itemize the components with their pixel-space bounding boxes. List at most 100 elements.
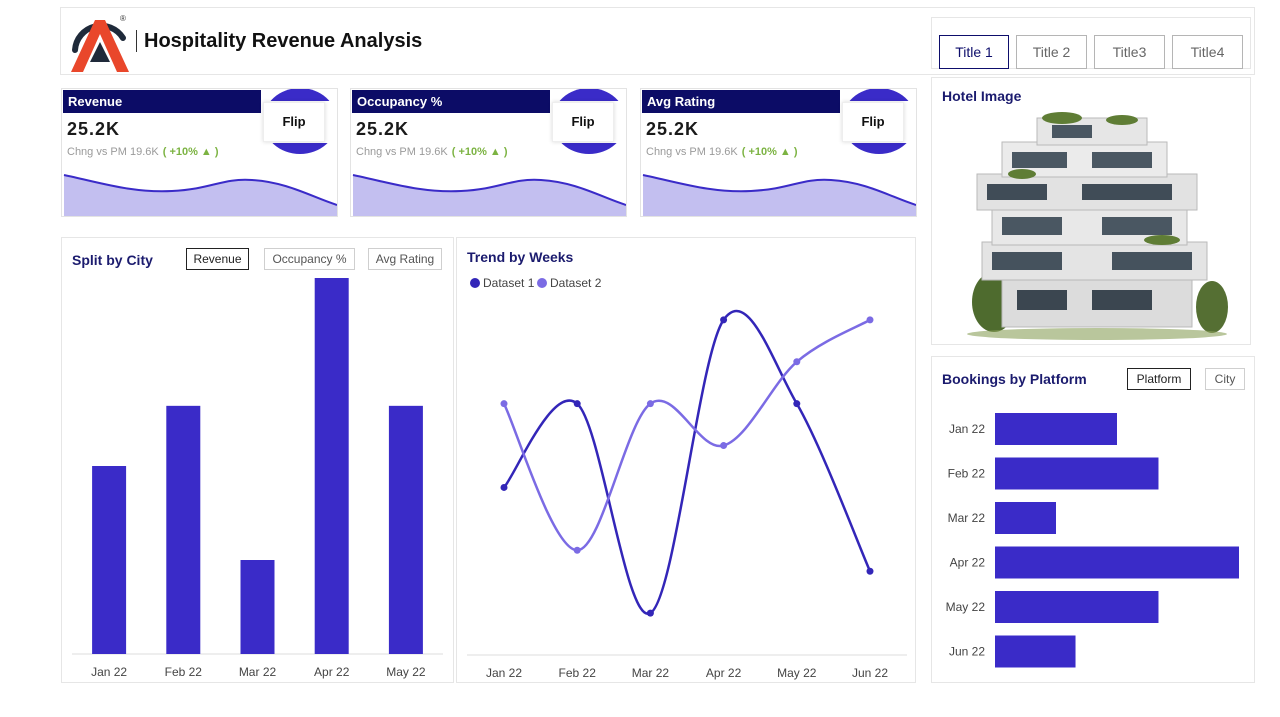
- city-bar-2[interactable]: [240, 560, 275, 654]
- kpi-change: ( +10% ▲ ): [451, 146, 508, 158]
- trend-by-weeks-panel: Trend by Weeks Dataset 1 Dataset 2 Jan 22 F…: [456, 237, 916, 683]
- tab-title-3[interactable]: Title3: [1094, 35, 1165, 69]
- flip-toggle: Flip: [841, 89, 916, 155]
- flip-button[interactable]: Flip: [842, 102, 904, 142]
- registered-mark: ®: [120, 14, 126, 23]
- kpi-sparkline: [352, 174, 626, 216]
- series-1-point-1[interactable]: [573, 546, 581, 554]
- kpi-compare: Chng vs PM 19.6K( +10% ▲ ): [646, 146, 798, 158]
- tab-title-4[interactable]: Title4: [1172, 35, 1243, 69]
- trend-line-chart: Dataset 1 Dataset 2 Jan 22 Feb 22 Mar 22 Apr …: [467, 276, 907, 680]
- city-avg-rating-button[interactable]: Avg Rating: [368, 248, 442, 270]
- city-bar-0[interactable]: [92, 466, 127, 654]
- x-tick-label: May 22: [777, 666, 817, 680]
- split-by-city-title: Split by City: [72, 252, 153, 268]
- city-revenue-button[interactable]: Revenue: [186, 248, 249, 270]
- series-0-point-1[interactable]: [573, 400, 581, 408]
- x-tick-label: Mar 22: [632, 666, 670, 680]
- y-tick-label: Apr 22: [950, 556, 986, 570]
- x-tick-label: Mar 22: [239, 665, 277, 679]
- city-button[interactable]: City: [1205, 368, 1245, 390]
- x-tick-label: Apr 22: [314, 665, 350, 679]
- company-logo: ®: [71, 14, 129, 72]
- platform-button[interactable]: Platform: [1127, 368, 1191, 390]
- kpi-change: ( +10% ▲ ): [162, 146, 219, 158]
- series-0-point-0[interactable]: [500, 483, 508, 491]
- tab-title-1[interactable]: Title 1: [939, 35, 1009, 69]
- platform-title: Bookings by Platform: [942, 371, 1087, 387]
- trend-title: Trend by Weeks: [467, 249, 574, 265]
- series-line-1: [502, 318, 871, 552]
- city-bar-1[interactable]: [166, 405, 201, 654]
- kpi-label: Avg Rating: [642, 90, 840, 113]
- kpi-sparkline: [642, 174, 916, 216]
- kpi-value: 25.2K: [356, 119, 410, 139]
- kpi-compare-text: Chng vs PM 19.6K: [356, 146, 448, 158]
- platform-bar-3[interactable]: [995, 546, 1239, 579]
- x-tick-label: May 22: [386, 665, 426, 679]
- platform-bar-chart: Jan 22 Feb 22 Mar 22 Apr 22 May 22 Jun 22: [946, 413, 1239, 668]
- x-tick-label: Jun 22: [852, 666, 888, 680]
- title-divider: [136, 30, 137, 52]
- platform-bar-0[interactable]: [995, 413, 1117, 445]
- series-0-point-2[interactable]: [646, 609, 654, 617]
- city-bar-3[interactable]: [314, 278, 349, 654]
- split-by-city-chart: Jan 22 Feb 22 Mar 22 Apr 22 May 22: [72, 278, 443, 679]
- platform-bar-2[interactable]: [995, 502, 1056, 534]
- hotel-building-image: [967, 112, 1228, 340]
- city-occupancy-button[interactable]: Occupancy %: [264, 248, 355, 270]
- series-0-point-4[interactable]: [793, 400, 801, 408]
- hotel-image-title: Hotel Image: [942, 88, 1022, 104]
- x-tick-label: Jan 22: [91, 665, 127, 679]
- series-0-point-5[interactable]: [866, 567, 874, 575]
- kpi-card-revenue: Revenue 25.2K Chng vs PM 19.6K( +10% ▲ )…: [61, 88, 338, 217]
- x-tick-label: Feb 22: [165, 665, 203, 679]
- kpi-card-avg-rating: Avg Rating 25.2K Chng vs PM 19.6K( +10% …: [640, 88, 917, 217]
- series-1-point-4[interactable]: [793, 358, 801, 366]
- kpi-value: 25.2K: [67, 119, 121, 139]
- hotel-image-panel: Hotel Image: [931, 77, 1251, 345]
- split-by-city-panel: Split by City Revenue Occupancy % Avg Ra…: [61, 237, 454, 683]
- kpi-compare: Chng vs PM 19.6K( +10% ▲ ): [67, 146, 219, 158]
- series-1-point-0[interactable]: [500, 400, 508, 408]
- city-bar-4[interactable]: [388, 405, 423, 654]
- page-title: Hospitality Revenue Analysis: [144, 30, 423, 52]
- platform-bar-1[interactable]: [995, 457, 1159, 490]
- legend-marker-0: [470, 278, 480, 288]
- flip-button[interactable]: Flip: [263, 102, 325, 142]
- y-tick-label: Feb 22: [948, 467, 986, 481]
- platform-bar-4[interactable]: [995, 591, 1159, 623]
- x-tick-label: Jan 22: [486, 666, 522, 680]
- kpi-value: 25.2K: [646, 119, 700, 139]
- flip-toggle: Flip: [551, 89, 626, 155]
- series-1-point-5[interactable]: [866, 316, 874, 324]
- series-0-point-3[interactable]: [720, 316, 728, 324]
- legend-marker-1: [537, 278, 547, 288]
- y-tick-label: Mar 22: [948, 511, 986, 525]
- bookings-by-platform-panel: Bookings by Platform Platform City Jan 2…: [931, 356, 1255, 683]
- series-1-point-2[interactable]: [646, 400, 654, 408]
- kpi-label: Revenue: [63, 90, 261, 113]
- kpi-compare-text: Chng vs PM 19.6K: [67, 146, 159, 158]
- y-tick-label: Jun 22: [949, 645, 985, 659]
- kpi-compare: Chng vs PM 19.6K( +10% ▲ ): [356, 146, 508, 158]
- tab-title-2[interactable]: Title 2: [1016, 35, 1087, 69]
- x-tick-label: Apr 22: [706, 666, 742, 680]
- series-line-0: [503, 310, 872, 615]
- kpi-change: ( +10% ▲ ): [741, 146, 798, 158]
- flip-button[interactable]: Flip: [552, 102, 614, 142]
- tab-group: Title 1 Title 2 Title3 Title4: [931, 17, 1251, 69]
- series-1-point-3[interactable]: [720, 442, 728, 450]
- y-tick-label: Jan 22: [949, 422, 985, 436]
- y-tick-label: May 22: [946, 600, 986, 614]
- x-tick-label: Feb 22: [559, 666, 597, 680]
- kpi-card-occupancy: Occupancy % 25.2K Chng vs PM 19.6K( +10%…: [350, 88, 627, 217]
- platform-bar-5[interactable]: [995, 635, 1076, 668]
- legend-label-0[interactable]: Dataset 1: [483, 276, 535, 290]
- kpi-label: Occupancy %: [352, 90, 550, 113]
- header-bar: ® Hospitality Revenue Analysis Title 1 T…: [60, 7, 1255, 75]
- kpi-sparkline: [63, 174, 337, 216]
- flip-toggle: Flip: [262, 89, 337, 155]
- legend-label-1[interactable]: Dataset 2: [550, 276, 602, 290]
- kpi-compare-text: Chng vs PM 19.6K: [646, 146, 738, 158]
